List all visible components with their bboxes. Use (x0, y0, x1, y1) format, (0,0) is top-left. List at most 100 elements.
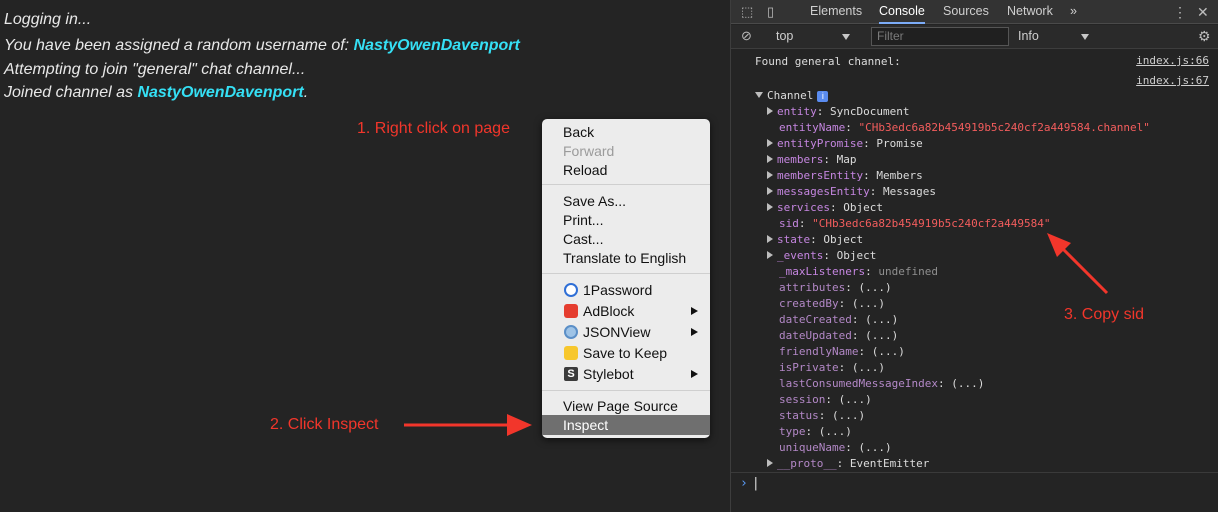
prop-key: sid (779, 217, 799, 230)
menu-item-reload[interactable]: Reload (542, 160, 710, 180)
log-line-joining: Attempting to join "general" chat channe… (4, 61, 305, 79)
chevron-down-icon (842, 34, 850, 40)
prop-key: dateUpdated (779, 329, 852, 342)
prop-events[interactable]: _events: Object (767, 248, 876, 264)
prop-dateUpdated[interactable]: dateUpdated: (...) (779, 328, 898, 344)
prop-key: createdBy (779, 297, 839, 310)
menu-item-view-source[interactable]: View Page Source (542, 396, 710, 416)
prop-value: SyncDocument (830, 105, 910, 118)
menu-item-1password[interactable]: 1Password (542, 280, 710, 300)
prop-attributes[interactable]: attributes: (...) (779, 280, 892, 296)
prop-members[interactable]: members: Map (767, 152, 856, 168)
prop-value: Object (823, 233, 864, 246)
prop-dateCreated[interactable]: dateCreated: (...) (779, 312, 898, 328)
prop-value: (...) (851, 361, 885, 374)
context-selector[interactable]: top (776, 29, 793, 43)
close-icon[interactable]: ✕ (1197, 0, 1209, 24)
log-text: You have been assigned a random username… (4, 37, 354, 54)
prop-createdBy[interactable]: createdBy: (...) (779, 296, 885, 312)
log-suffix: . (303, 84, 309, 101)
submenu-arrow-icon (691, 370, 698, 378)
tab-more[interactable]: » (1070, 0, 1077, 24)
menu-item-print[interactable]: Print... (542, 210, 710, 230)
inspect-element-icon[interactable]: ⬚ (741, 0, 753, 24)
more-options-icon[interactable]: ⋮ (1173, 0, 1187, 24)
menu-item-inspect[interactable]: Inspect (542, 415, 710, 435)
devtools-tab-bar: ⬚ ▯ Elements Console Sources Network » ⋮… (731, 0, 1218, 24)
chevron-down-icon (1081, 34, 1089, 40)
menu-item-adblock[interactable]: AdBlock (542, 301, 710, 321)
menu-item-translate[interactable]: Translate to English (542, 248, 710, 268)
prop-isPrivate[interactable]: isPrivate: (...) (779, 360, 885, 376)
prop-status[interactable]: status: (...) (779, 408, 865, 424)
tab-sources[interactable]: Sources (943, 0, 989, 24)
expand-triangle-icon (767, 139, 773, 147)
prop-key: lastConsumedMessageIndex (779, 377, 938, 390)
prop-key: entityPromise (777, 137, 864, 150)
gear-icon[interactable]: ⚙ (1198, 24, 1211, 48)
prop-membersEntity[interactable]: membersEntity: Members (767, 168, 923, 184)
prop-value: (...) (818, 425, 852, 438)
prop-sid[interactable]: sid: "CHb3edc6a82b454919b5c240cf2a449584… (779, 216, 1051, 232)
prop-key: entityName (779, 121, 846, 134)
prop-value: EventEmitter (849, 457, 930, 470)
prop-key: status (779, 409, 819, 422)
context-menu: Back Forward Reload Save As... Print... … (542, 119, 710, 438)
prop-key: membersEntity (777, 169, 864, 182)
devtools-panel: ⬚ ▯ Elements Console Sources Network » ⋮… (730, 0, 1218, 512)
menu-item-stylebot[interactable]: S Stylebot (542, 364, 710, 384)
sid-value[interactable]: "CHb3edc6a82b454919b5c240cf2a449584" (812, 217, 1050, 230)
console-divider (731, 472, 1218, 488)
prop-session[interactable]: session: (...) (779, 392, 872, 408)
prop-value: (...) (832, 409, 866, 422)
prop-messagesEntity[interactable]: messagesEntity: Messages (767, 184, 936, 200)
source-link[interactable]: index.js:66 (1136, 54, 1209, 67)
prop-proto[interactable]: __proto__: EventEmitter (767, 456, 929, 472)
tab-elements[interactable]: Elements (810, 0, 862, 24)
submenu-arrow-icon (691, 328, 698, 336)
menu-item-cast[interactable]: Cast... (542, 229, 710, 249)
1password-icon (564, 283, 578, 297)
log-level-selector[interactable]: Info (1018, 29, 1039, 43)
console-output: Found general channel: index.js:66 index… (731, 50, 1218, 512)
prop-key: _maxListeners (779, 265, 866, 278)
prop-entity[interactable]: entity: SyncDocument (767, 104, 909, 120)
console-message: Found general channel: (755, 55, 901, 68)
prop-entityPromise[interactable]: entityPromise: Promise (767, 136, 923, 152)
menu-label: Save to Keep (583, 345, 668, 361)
channel-object[interactable]: Channel i (755, 88, 829, 104)
stylebot-icon: S (564, 367, 578, 381)
log-line-assigned-username: You have been assigned a random username… (4, 37, 520, 55)
source-link[interactable]: index.js:67 (1136, 74, 1209, 87)
device-toolbar-icon[interactable]: ▯ (767, 0, 774, 24)
menu-item-save-to-keep[interactable]: Save to Keep (542, 343, 710, 363)
prop-value: Object (836, 249, 877, 262)
prop-state[interactable]: state: Object (767, 232, 863, 248)
prop-value: Members (876, 169, 923, 182)
object-label: Channel (767, 89, 814, 102)
expand-triangle-icon (767, 107, 773, 115)
prop-services[interactable]: services: Object (767, 200, 883, 216)
prop-type[interactable]: type: (...) (779, 424, 852, 440)
menu-item-save-as[interactable]: Save As... (542, 191, 710, 211)
prop-value: (...) (865, 313, 899, 326)
console-prompt[interactable]: › | (740, 476, 760, 492)
filter-input[interactable]: Filter (871, 27, 1009, 46)
prop-friendlyName[interactable]: friendlyName: (...) (779, 344, 905, 360)
prop-value: (...) (858, 281, 892, 294)
prop-uniqueName[interactable]: uniqueName: (...) (779, 440, 892, 456)
prop-key: isPrivate (779, 361, 839, 374)
menu-label: Stylebot (583, 366, 634, 382)
prop-key: entity (777, 105, 817, 118)
menu-item-jsonview[interactable]: JSONView (542, 322, 710, 342)
tab-console[interactable]: Console (879, 0, 925, 24)
prop-maxListeners: _maxListeners: undefined (779, 265, 938, 278)
log-line-joined: Joined channel as NastyOwenDavenport. (4, 84, 308, 102)
prop-lastConsumedMessageIndex[interactable]: lastConsumedMessageIndex: (...) (779, 376, 984, 392)
menu-item-back[interactable]: Back (542, 122, 710, 142)
tab-network[interactable]: Network (1007, 0, 1053, 24)
prop-value: Map (836, 153, 857, 166)
prop-value: "CHb3edc6a82b454919b5c240cf2a449584.chan… (858, 121, 1150, 134)
expand-triangle-icon (767, 459, 773, 467)
clear-console-icon[interactable]: ⊘ (741, 24, 752, 48)
